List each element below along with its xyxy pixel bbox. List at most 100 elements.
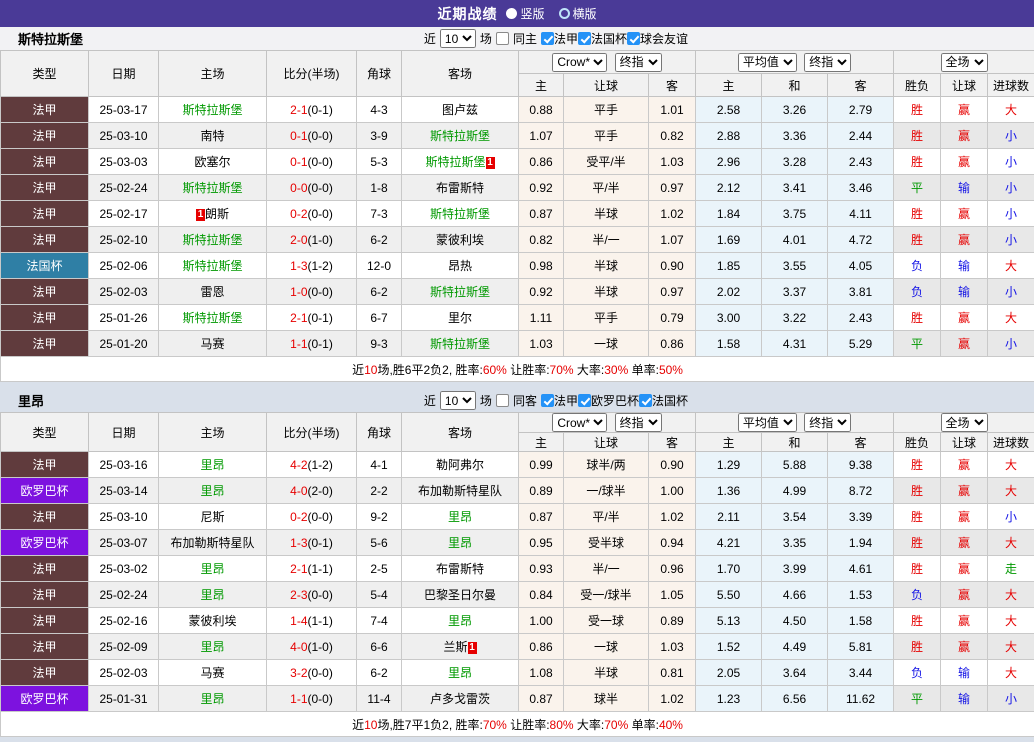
col-result-wdl: 胜负 bbox=[894, 74, 941, 97]
result-goals: 小 bbox=[988, 686, 1034, 712]
fulltime-score: 0-0 bbox=[290, 181, 307, 195]
league-checkbox[interactable] bbox=[541, 394, 554, 407]
away-team-name[interactable]: 斯特拉斯堡 bbox=[430, 207, 490, 221]
odds-away: 1.02 bbox=[649, 686, 696, 712]
result-goals: 小 bbox=[988, 201, 1034, 227]
away-team-name[interactable]: 布加勒斯特星队 bbox=[418, 484, 502, 498]
match-date: 25-02-24 bbox=[89, 175, 159, 201]
league-checkbox[interactable] bbox=[541, 32, 554, 45]
avg-final-select[interactable]: 终指 bbox=[804, 53, 851, 72]
odds-home: 0.98 bbox=[519, 253, 564, 279]
competition-label: 法甲 bbox=[1, 504, 89, 530]
home-team-name[interactable]: 南特 bbox=[200, 129, 224, 143]
away-team-name[interactable]: 布雷斯特 bbox=[436, 562, 484, 576]
score-cell: 3-2(0-0) bbox=[267, 660, 357, 686]
odds-final-select[interactable]: 终指 bbox=[615, 53, 662, 72]
away-team-name[interactable]: 布雷斯特 bbox=[436, 181, 484, 195]
away-team-cell: 勒阿弗尔 bbox=[402, 452, 519, 478]
away-team-name[interactable]: 斯特拉斯堡 bbox=[430, 337, 490, 351]
away-team-name[interactable]: 里尔 bbox=[448, 311, 472, 325]
away-team-name[interactable]: 里昂 bbox=[448, 536, 472, 550]
result-goals: 大 bbox=[988, 305, 1034, 331]
league-checkbox[interactable] bbox=[639, 394, 652, 407]
red-card-badge: 1 bbox=[196, 209, 205, 221]
away-team-name[interactable]: 蒙彼利埃 bbox=[436, 233, 484, 247]
away-team-name[interactable]: 卢多戈雷茨 bbox=[430, 692, 490, 706]
home-team-name[interactable]: 斯特拉斯堡 bbox=[182, 233, 242, 247]
col-date: 日期 bbox=[89, 413, 159, 452]
match-date: 25-02-06 bbox=[89, 253, 159, 279]
same-venue-checkbox[interactable] bbox=[496, 394, 509, 407]
home-team-name[interactable]: 朗斯 bbox=[205, 207, 229, 221]
home-team-name[interactable]: 欧塞尔 bbox=[194, 155, 230, 169]
home-team-name[interactable]: 马赛 bbox=[200, 666, 224, 680]
scope-select[interactable]: 全场 bbox=[941, 413, 988, 432]
match-row: 法甲25-02-16蒙彼利埃1-4(1-1)7-4里昂1.00受一球0.895.… bbox=[1, 608, 1034, 634]
home-team-name[interactable]: 雷恩 bbox=[200, 285, 224, 299]
halftime-score: (1-0) bbox=[308, 233, 333, 247]
match-count-select[interactable]: 10 bbox=[440, 391, 476, 410]
league-checkbox[interactable] bbox=[578, 32, 591, 45]
scope-select[interactable]: 全场 bbox=[941, 53, 988, 72]
home-team-cell: 斯特拉斯堡 bbox=[159, 97, 267, 123]
summary-segment: 单率: bbox=[628, 718, 659, 732]
away-team-name[interactable]: 里昂 bbox=[448, 510, 472, 524]
result-wdl: 胜 bbox=[894, 556, 941, 582]
home-team-name[interactable]: 尼斯 bbox=[200, 510, 224, 524]
col-result-goals: 进球数 bbox=[988, 433, 1034, 452]
home-team-name[interactable]: 里昂 bbox=[200, 562, 224, 576]
home-team-cell: 雷恩 bbox=[159, 279, 267, 305]
odds-away: 1.02 bbox=[649, 201, 696, 227]
league-checkbox[interactable] bbox=[627, 32, 640, 45]
result-goals: 大 bbox=[988, 478, 1034, 504]
home-team-cell: 蒙彼利埃 bbox=[159, 608, 267, 634]
away-team-name[interactable]: 斯特拉斯堡 bbox=[425, 155, 485, 169]
away-team-name[interactable]: 勒阿弗尔 bbox=[436, 458, 484, 472]
away-team-name[interactable]: 巴黎圣日尔曼 bbox=[424, 588, 496, 602]
odds-away: 0.81 bbox=[649, 660, 696, 686]
away-team-cell: 图卢兹 bbox=[402, 97, 519, 123]
odds-away: 1.02 bbox=[649, 504, 696, 530]
layout-radio-group: 竖版 横版 bbox=[506, 5, 596, 22]
away-team-name[interactable]: 图卢兹 bbox=[442, 103, 478, 117]
home-team-name[interactable]: 斯特拉斯堡 bbox=[182, 103, 242, 117]
horizontal-layout-radio[interactable]: 横版 bbox=[559, 5, 597, 22]
avg-final-select[interactable]: 终指 bbox=[804, 413, 851, 432]
home-team-name[interactable]: 蒙彼利埃 bbox=[188, 614, 236, 628]
summary-row: 近10场,胜6平2负2, 胜率:60% 让胜率:70% 大率:30% 单率:50… bbox=[1, 357, 1034, 382]
away-team-name[interactable]: 昂热 bbox=[448, 259, 472, 273]
competition-label: 法甲 bbox=[1, 201, 89, 227]
avg-home: 5.13 bbox=[696, 608, 762, 634]
home-team-name[interactable]: 马赛 bbox=[200, 337, 224, 351]
odds-provider-select[interactable]: Crow* bbox=[552, 413, 607, 432]
home-team-name[interactable]: 布加勒斯特星队 bbox=[170, 536, 254, 550]
match-count-select[interactable]: 10 bbox=[440, 29, 476, 48]
home-team-name[interactable]: 斯特拉斯堡 bbox=[182, 259, 242, 273]
result-goals: 大 bbox=[988, 634, 1034, 660]
avg-home: 2.58 bbox=[696, 97, 762, 123]
home-team-name[interactable]: 斯特拉斯堡 bbox=[182, 311, 242, 325]
home-team-name[interactable]: 斯特拉斯堡 bbox=[182, 181, 242, 195]
home-team-name[interactable]: 里昂 bbox=[200, 640, 224, 654]
vertical-layout-radio[interactable]: 竖版 bbox=[506, 5, 544, 22]
odds-provider-select[interactable]: Crow* bbox=[552, 53, 607, 72]
avg-draw: 3.37 bbox=[762, 279, 828, 305]
home-team-name[interactable]: 里昂 bbox=[200, 588, 224, 602]
away-team-name[interactable]: 斯特拉斯堡 bbox=[430, 129, 490, 143]
away-team-cell: 布雷斯特 bbox=[402, 175, 519, 201]
league-checkbox[interactable] bbox=[578, 394, 591, 407]
away-team-name[interactable]: 里昂 bbox=[448, 666, 472, 680]
odds-home: 0.82 bbox=[519, 227, 564, 253]
odds-final-select[interactable]: 终指 bbox=[615, 413, 662, 432]
summary-segment: 40% bbox=[659, 718, 683, 732]
away-team-name[interactable]: 里昂 bbox=[448, 614, 472, 628]
summary-segment: 场,胜7平1负2, 胜率: bbox=[377, 718, 482, 732]
same-venue-checkbox[interactable] bbox=[496, 32, 509, 45]
home-team-name[interactable]: 里昂 bbox=[200, 458, 224, 472]
avg-select[interactable]: 平均值 bbox=[738, 53, 797, 72]
avg-select[interactable]: 平均值 bbox=[738, 413, 797, 432]
home-team-name[interactable]: 里昂 bbox=[200, 484, 224, 498]
away-team-name[interactable]: 斯特拉斯堡 bbox=[430, 285, 490, 299]
home-team-name[interactable]: 里昂 bbox=[200, 692, 224, 706]
away-team-name[interactable]: 兰斯 bbox=[443, 640, 467, 654]
